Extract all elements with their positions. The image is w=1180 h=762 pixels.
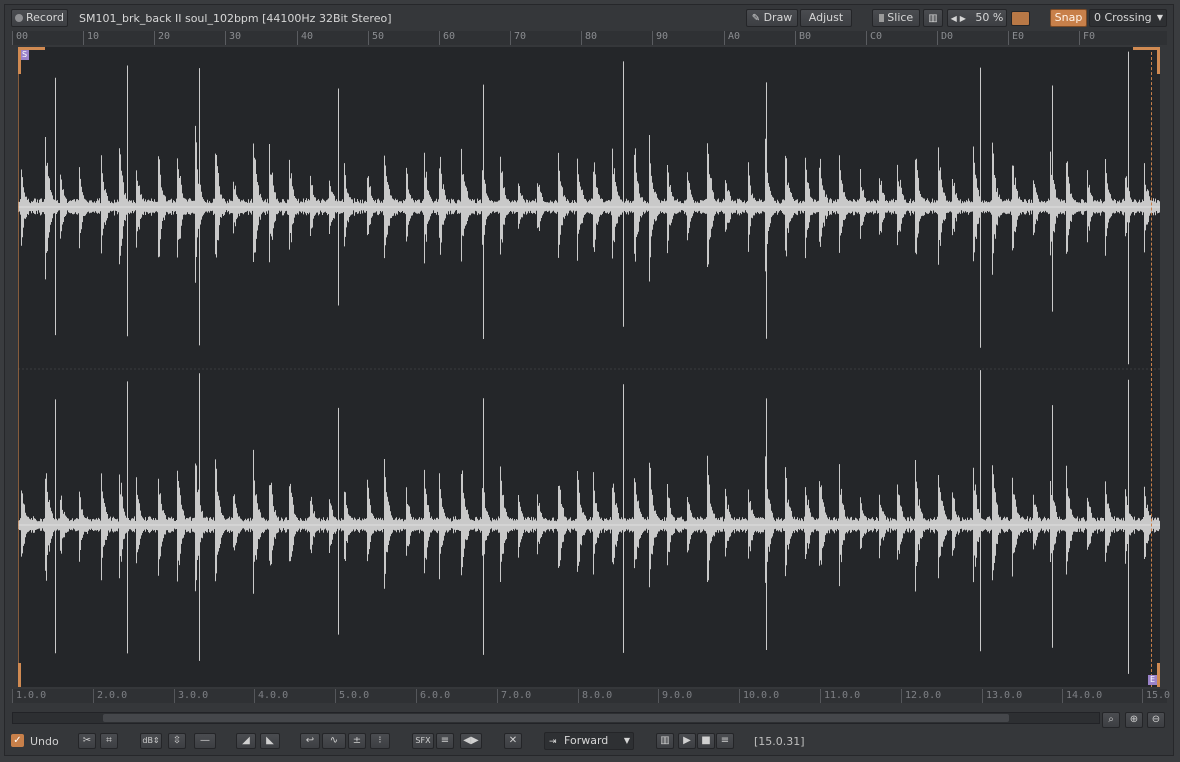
ruler-label: 80	[585, 31, 598, 42]
beat-label: 9.0.0	[662, 690, 693, 701]
x-icon[interactable]: ✕	[504, 733, 522, 749]
selection-bracket-br	[1133, 663, 1160, 687]
loop-mode-value: Forward	[564, 734, 609, 747]
loop-icon: ⇥	[549, 737, 557, 747]
crop-icon[interactable]: ⌗	[100, 733, 118, 749]
fade-out-icon[interactable]: ◣	[260, 733, 280, 749]
keyboard-icon: ▥	[928, 13, 938, 24]
beat-label: 15.0	[1146, 690, 1171, 701]
ruler-label: 50	[372, 31, 385, 42]
ruler-label: 60	[443, 31, 456, 42]
channels-icon[interactable]: ⁝	[370, 733, 390, 749]
beat-label: 7.0.0	[501, 690, 532, 701]
selection-bracket-tr	[1133, 47, 1160, 74]
color-swatch-icon[interactable]	[1011, 11, 1030, 26]
ruler-label: B0	[799, 31, 812, 42]
draw-button[interactable]: ✎ Draw	[746, 9, 798, 27]
scrollbar-thumb[interactable]	[103, 714, 1009, 722]
end-marker[interactable]	[1151, 47, 1152, 687]
undo-label: Undo	[30, 735, 59, 748]
beat-label: 5.0.0	[339, 690, 370, 701]
beat-label: 8.0.0	[582, 690, 613, 701]
dc-icon[interactable]: ±	[348, 733, 366, 749]
fade-in-icon[interactable]: ◢	[236, 733, 256, 749]
undo-checkbox[interactable]: ✓	[11, 734, 24, 747]
horizontal-scrollbar[interactable]	[12, 712, 1100, 724]
loop-mode-select[interactable]: ⇥ Forward ▼	[544, 732, 634, 750]
beat-label: 11.0.0	[824, 690, 861, 701]
slice-icon	[878, 14, 884, 22]
adjust-button[interactable]: Adjust	[800, 9, 852, 27]
record-label: Record	[25, 11, 64, 24]
beat-label: 2.0.0	[97, 690, 128, 701]
ruler-label: E0	[1012, 31, 1025, 42]
ruler-label: 40	[301, 31, 314, 42]
chevron-down-icon: ▼	[1156, 13, 1163, 22]
hex-ruler[interactable]: 00 10 20 30 40 50 60 70 80 90 A0 B0 C0 D…	[12, 31, 1167, 45]
beat-label: 4.0.0	[258, 690, 289, 701]
zoom-out-icon[interactable]: ⊖	[1147, 712, 1165, 728]
position-readout: [15.0.31]	[754, 735, 805, 748]
beat-label: 3.0.0	[178, 690, 209, 701]
sfx-button[interactable]: SFX	[412, 733, 434, 749]
mirror-icon[interactable]: ◀▶	[460, 733, 482, 749]
slice-button[interactable]: Slice	[872, 9, 920, 27]
arrow-right-icon[interactable]: ▶	[960, 14, 966, 23]
file-title: SM101_brk_back II soul_102bpm [44100Hz 3…	[79, 12, 392, 25]
ruler-label: F0	[1083, 31, 1096, 42]
slice-label: Slice	[887, 11, 914, 24]
right-channel-waveform	[18, 370, 1160, 674]
piano-icon[interactable]: ▥	[656, 733, 674, 749]
line-icon[interactable]: —	[194, 733, 216, 749]
beat-label: 12.0.0	[905, 690, 942, 701]
chevron-down-icon: ▼	[623, 736, 630, 745]
ruler-label: 90	[656, 31, 669, 42]
ruler-label: A0	[728, 31, 741, 42]
ruler-label: D0	[941, 31, 954, 42]
beat-label: 1.0.0	[16, 690, 47, 701]
ruler-label: 70	[514, 31, 527, 42]
adjust-label: Adjust	[808, 11, 844, 24]
play-icon[interactable]: ▶	[678, 733, 696, 749]
pencil-icon: ✎	[751, 13, 761, 24]
selection-bracket-bl	[18, 663, 45, 687]
shape-icon[interactable]: ∿	[322, 733, 346, 749]
snap-button[interactable]: Snap	[1050, 9, 1087, 27]
snap-label: Snap	[1054, 11, 1083, 24]
ruler-label: C0	[870, 31, 883, 42]
ruler-label: 20	[158, 31, 171, 42]
draw-label: Draw	[763, 11, 793, 24]
beat-label: 10.0.0	[743, 690, 780, 701]
start-marker[interactable]	[18, 47, 19, 687]
stop-icon[interactable]: ■	[697, 733, 715, 749]
ruler-label: 10	[87, 31, 100, 42]
scissors-icon[interactable]: ✂	[78, 733, 96, 749]
selection-bracket-tl	[18, 47, 45, 74]
beat-ruler[interactable]: 1.0.0 2.0.0 3.0.0 4.0.0 5.0.0 6.0.0 7.0.…	[12, 689, 1171, 703]
keyboard-button[interactable]: ▥	[923, 9, 943, 27]
beat-label: 13.0.0	[986, 690, 1023, 701]
zoom-in-icon[interactable]: ⊕	[1125, 712, 1143, 728]
left-channel-waveform	[18, 51, 1160, 365]
arrow-left-icon[interactable]: ◀	[951, 14, 957, 23]
record-icon	[14, 14, 23, 22]
ruler-label: 00	[16, 31, 29, 42]
zoom-value: 50 %	[975, 11, 1004, 24]
waveform-canvas[interactable]	[18, 47, 1160, 687]
snap-mode-select[interactable]: 0 Crossing ▼	[1089, 9, 1167, 27]
record-button[interactable]: Record	[11, 9, 68, 27]
beat-label: 14.0.0	[1066, 690, 1103, 701]
search-icon[interactable]: ⌕	[1102, 712, 1120, 728]
menu-icon[interactable]: ≡	[436, 733, 454, 749]
reverse-icon[interactable]: ↩	[300, 733, 320, 749]
zoom-control[interactable]: ◀ ▶ 50 %	[947, 9, 1007, 27]
normalize-icon[interactable]: ⇳	[168, 733, 186, 749]
snap-mode-value: 0 Crossing	[1094, 11, 1152, 24]
db-icon[interactable]: dB⇕	[140, 733, 162, 749]
beat-label: 6.0.0	[420, 690, 451, 701]
waveform-display[interactable]: S E	[18, 47, 1160, 687]
list-icon[interactable]: ≡	[716, 733, 734, 749]
ruler-label: 30	[229, 31, 242, 42]
